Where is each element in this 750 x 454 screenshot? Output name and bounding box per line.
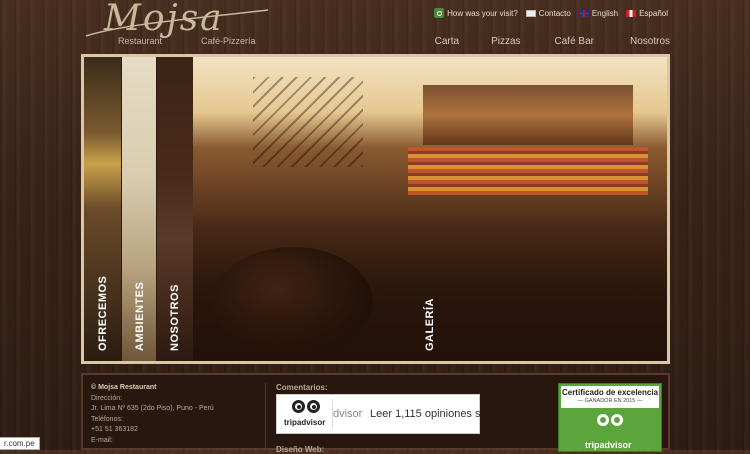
main-nav: Carta Pizzas Café Bar Nosotros — [435, 36, 670, 47]
uk-flag-icon — [578, 9, 589, 17]
comments-title: Comentarios: — [276, 383, 328, 392]
mail-icon — [525, 9, 536, 17]
peru-flag-icon — [626, 9, 637, 17]
nav-cafe-bar[interactable]: Café Bar — [555, 36, 594, 47]
tab-ofrecemos-label: OFRECEMOS — [96, 275, 109, 351]
english-link[interactable]: English — [578, 8, 619, 18]
status-url-tooltip: r.com.pe — [0, 437, 40, 450]
tab-nosotros[interactable]: NOSOTROS — [156, 57, 193, 361]
logo-text: Mojsa — [104, 0, 224, 39]
visit-link[interactable]: How was your visit? — [434, 8, 518, 18]
tab-ambientes-label: AMBIENTES — [133, 281, 146, 351]
logo[interactable]: Mojsa Restaurant Café-Pizzería — [82, 0, 282, 46]
bar-shelf-graphic — [423, 85, 633, 145]
top-utility-bar: How was your visit? Contacto English Esp… — [434, 8, 668, 18]
hero-photo-restaurant-interior[interactable]: GALERÍA — [192, 57, 667, 361]
hero-slider: GALERÍA OFRECEMOS AMBIENTES NOSOTROS — [81, 54, 670, 364]
phone-label: Teléfonos: — [91, 415, 123, 423]
tripadvisor-cut-text: dvisor — [333, 408, 363, 420]
address-value: Jr. Lima Nº 635 (2do Piso), Puno - Perú — [91, 405, 214, 412]
tab-ofrecemos[interactable]: OFRECEMOS — [84, 57, 121, 361]
address-label: Dirección: — [91, 394, 123, 402]
spanish-link-label: Español — [639, 8, 668, 18]
nav-carta[interactable]: Carta — [435, 36, 459, 47]
visit-link-label: How was your visit? — [447, 8, 518, 18]
certificate-subtitle: — GANADOR EN 2015 — — [577, 398, 643, 404]
tab-nosotros-label: NOSOTROS — [169, 284, 181, 351]
copyright: © Mojsa Restaurant — [91, 384, 157, 391]
tripadvisor-wordmark: tripadvisor — [284, 418, 326, 427]
phone-value: +51 51 363182 — [91, 426, 138, 433]
spanish-link[interactable]: Español — [626, 9, 668, 18]
tripadvisor-reviews-widget[interactable]: tripadvisor dvisor Leer 1,115 opiniones … — [276, 394, 481, 434]
footer: © Mojsa Restaurant Dirección: Jr. Lima N… — [81, 373, 670, 454]
certificate-title: Certificado de excelencia — [561, 388, 659, 397]
owl-icon — [596, 414, 626, 430]
english-link-label: English — [591, 8, 619, 18]
footer-divider — [265, 383, 266, 449]
certificate-brand: tripadvisor — [585, 440, 632, 450]
contact-info: © Mojsa Restaurant Dirección: Jr. Lima N… — [91, 383, 214, 446]
tab-ambientes[interactable]: AMBIENTES — [121, 57, 157, 361]
email-label: E-mail: — [91, 436, 113, 444]
staircase-graphic — [253, 77, 363, 167]
nav-nosotros[interactable]: Nosotros — [630, 36, 670, 47]
owl-icon — [290, 400, 322, 416]
contact-link[interactable]: Contacto — [525, 8, 571, 18]
tab-galeria-label: GALERÍA — [424, 298, 436, 351]
logo-subtitle-restaurant: Restaurant — [118, 36, 163, 46]
bar-counter-graphic — [408, 147, 648, 195]
logo-subtitle-cafe: Café-Pizzería — [201, 36, 256, 46]
tripadvisor-icon — [434, 8, 445, 18]
certificate-of-excellence-badge[interactable]: Certificado de excelencia — GANADOR EN 2… — [558, 383, 662, 452]
contact-link-label: Contacto — [538, 8, 571, 18]
tripadvisor-logo: tripadvisor — [281, 398, 331, 432]
nav-pizzas[interactable]: Pizzas — [491, 36, 520, 47]
read-reviews-link[interactable]: Leer 1,115 opiniones s — [370, 408, 481, 420]
